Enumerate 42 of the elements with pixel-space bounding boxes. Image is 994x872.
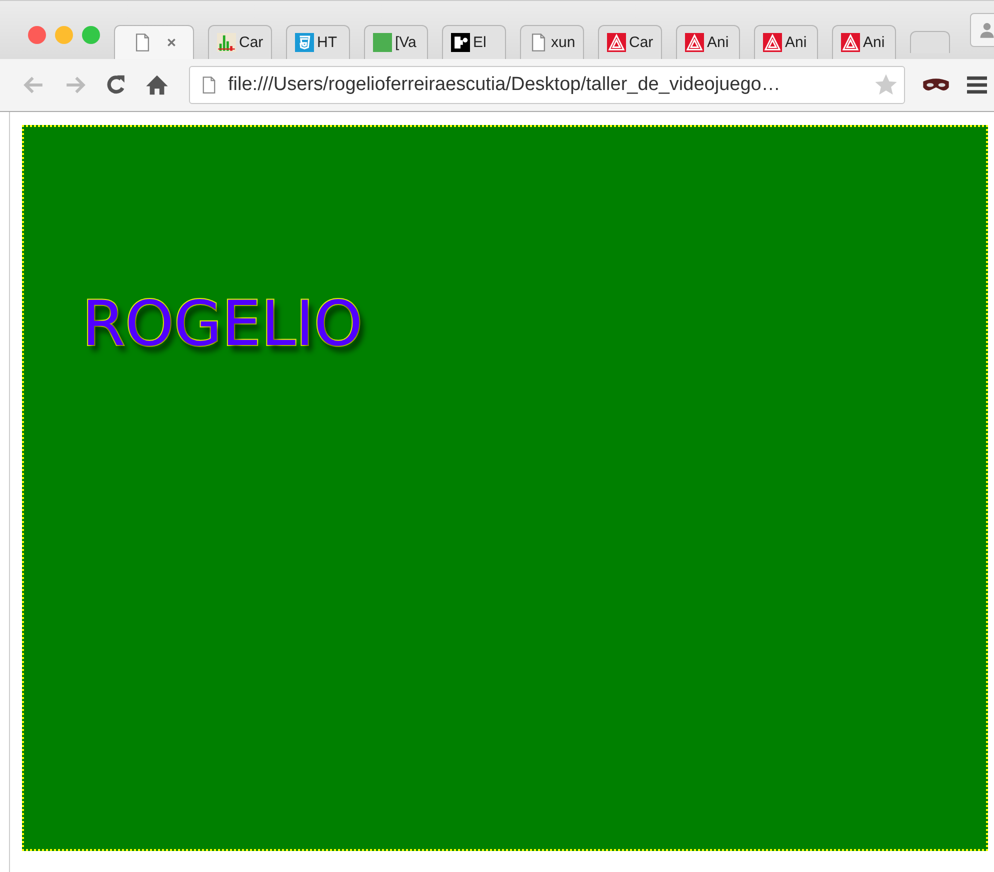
close-window-button[interactable]: [28, 26, 46, 44]
canvas-text: ROGELIO: [82, 287, 363, 360]
page-icon: [200, 75, 218, 95]
zoom-window-button[interactable]: [82, 26, 100, 44]
star-icon[interactable]: [874, 73, 898, 97]
tab-title: HT: [317, 34, 337, 51]
tab-title: Ani: [707, 34, 729, 51]
person-icon: [978, 21, 994, 39]
browser-tab[interactable]: [114, 25, 194, 59]
menu-icon[interactable]: [967, 75, 987, 95]
tab-title: El: [473, 34, 486, 51]
home-icon[interactable]: [145, 73, 169, 97]
address-bar[interactable]: file:///Users/rogelioferreiraescutia/Desktop/taller_de_videojuego…: [189, 66, 905, 104]
browser-tab[interactable]: xun: [520, 25, 584, 59]
browser-tab[interactable]: Car: [208, 25, 272, 59]
triangle-logo-icon: [763, 33, 782, 52]
tab-title: Ani: [785, 34, 807, 51]
bar-chart-icon: [217, 33, 236, 52]
browser-tab[interactable]: [Va: [364, 25, 428, 59]
browser-tab[interactable]: Ani: [754, 25, 818, 59]
tab-title: xun: [551, 34, 576, 51]
page-icon: [529, 33, 548, 52]
minimize-window-button[interactable]: [55, 26, 73, 44]
browser-tab[interactable]: Car: [598, 25, 662, 59]
tab-title: [Va: [395, 34, 416, 51]
close-icon[interactable]: [166, 37, 177, 48]
triangle-logo-icon: [841, 33, 860, 52]
tab-title: Car: [239, 34, 264, 51]
browser-tab[interactable]: Ani: [832, 25, 896, 59]
browser-tab[interactable]: HT: [286, 25, 350, 59]
profile-button[interactable]: [970, 13, 994, 47]
triangle-logo-icon: [607, 33, 626, 52]
tab-title: Car: [629, 34, 654, 51]
page-icon: [133, 33, 152, 52]
new-tab-button[interactable]: [910, 31, 950, 53]
square-icon: [373, 33, 392, 52]
tab-title: Ani: [863, 34, 885, 51]
triangle-logo-icon: [685, 33, 704, 52]
shield-icon: [295, 33, 314, 52]
browser-tab[interactable]: El: [442, 25, 506, 59]
browser-tab[interactable]: Ani: [676, 25, 740, 59]
puzzle-icon: [451, 33, 470, 52]
